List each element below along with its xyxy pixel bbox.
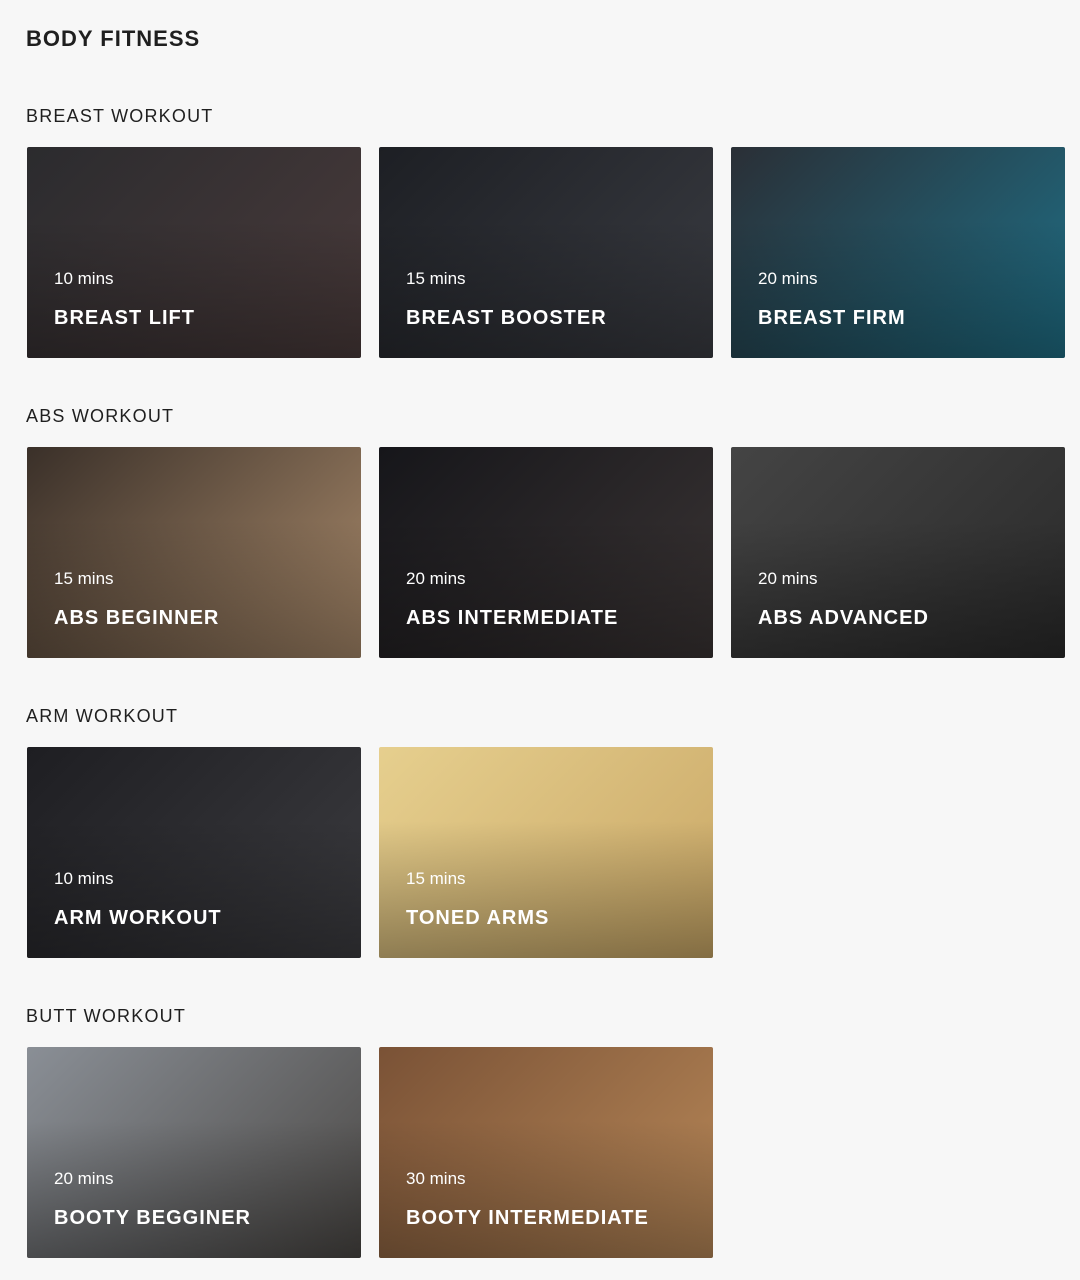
- workout-card-breast-booster[interactable]: 15 mins BREAST BOOSTER: [379, 147, 713, 358]
- card-row-butt: 20 mins BOOTY BEGGINER 30 mins BOOTY INT…: [27, 1047, 713, 1258]
- workout-duration: 20 mins: [758, 269, 818, 288]
- workout-card-breast-lift[interactable]: 10 mins BREAST LIFT: [27, 147, 361, 358]
- workout-name: BOOTY INTERMEDIATE: [406, 1207, 649, 1229]
- section-title-abs: ABS WORKOUT: [26, 406, 175, 426]
- workout-duration: 10 mins: [54, 269, 114, 288]
- workout-card-booty-beginner[interactable]: 20 mins BOOTY BEGGINER: [27, 1047, 361, 1258]
- workout-card-toned-arms[interactable]: 15 mins TONED ARMS: [379, 747, 713, 958]
- workout-card-abs-advanced[interactable]: 20 mins ABS ADVANCED: [731, 447, 1065, 658]
- workout-name: BREAST BOOSTER: [406, 307, 607, 329]
- workout-duration: 20 mins: [54, 1169, 114, 1188]
- workout-name: BOOTY BEGGINER: [54, 1207, 251, 1229]
- workout-card-arm-workout[interactable]: 10 mins ARM WORKOUT: [27, 747, 361, 958]
- workout-card-booty-intermediate[interactable]: 30 mins BOOTY INTERMEDIATE: [379, 1047, 713, 1258]
- section-title-butt: BUTT WORKOUT: [26, 1006, 187, 1026]
- section-title-breast: BREAST WORKOUT: [26, 106, 214, 126]
- card-row-breast: 10 mins BREAST LIFT 15 mins BREAST BOOST…: [27, 147, 1065, 358]
- workout-card-abs-beginner[interactable]: 15 mins ABS BEGINNER: [27, 447, 361, 658]
- workout-duration: 20 mins: [406, 569, 466, 588]
- workout-duration: 15 mins: [406, 269, 466, 288]
- workout-duration: 10 mins: [54, 869, 114, 888]
- workout-name: ARM WORKOUT: [54, 907, 222, 929]
- workout-name: ABS ADVANCED: [758, 607, 929, 629]
- workout-duration: 15 mins: [406, 869, 466, 888]
- workout-name: BREAST FIRM: [758, 307, 906, 329]
- workout-duration: 30 mins: [406, 1169, 466, 1188]
- workout-name: ABS INTERMEDIATE: [406, 607, 619, 629]
- workout-card-abs-intermediate[interactable]: 20 mins ABS INTERMEDIATE: [379, 447, 713, 658]
- page-title: BODY FITNESS: [26, 26, 201, 51]
- section-title-arm: ARM WORKOUT: [26, 706, 179, 726]
- card-row-abs: 15 mins ABS BEGINNER 20 mins ABS INTERME…: [27, 447, 1065, 658]
- workout-name: ABS BEGINNER: [54, 607, 220, 629]
- card-row-arm: 10 mins ARM WORKOUT 15 mins TONED ARMS: [27, 747, 713, 958]
- workout-duration: 15 mins: [54, 569, 114, 588]
- workout-name: BREAST LIFT: [54, 307, 195, 329]
- workout-duration: 20 mins: [758, 569, 818, 588]
- workout-card-breast-firm[interactable]: 20 mins BREAST FIRM: [731, 147, 1065, 358]
- workout-name: TONED ARMS: [406, 907, 550, 929]
